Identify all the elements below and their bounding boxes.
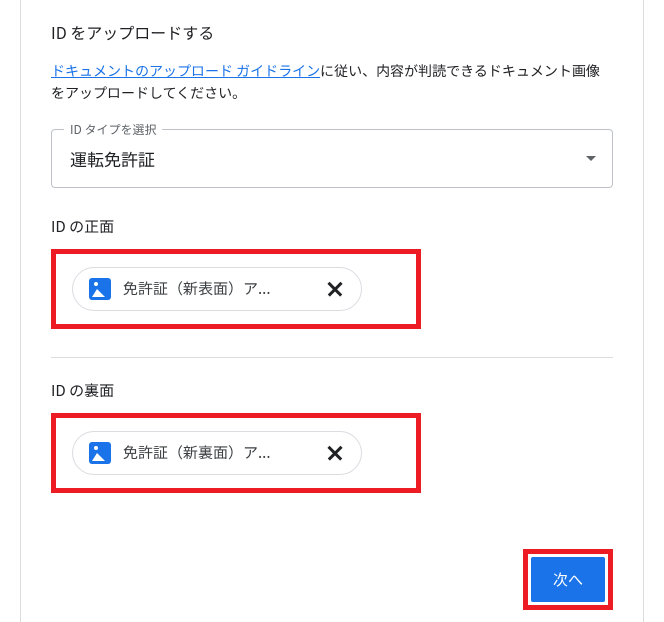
next-button[interactable]: 次へ: [531, 557, 605, 602]
id-type-field[interactable]: 運転免許証: [52, 130, 612, 187]
chevron-down-icon: [586, 156, 596, 161]
id-type-label: ID タイプを選択: [64, 121, 162, 138]
instruction-text: ドキュメントのアップロード ガイドラインに従い、内容が判読できるドキュメント画像…: [51, 60, 613, 105]
back-file-chip: 免許証（新裏面）ア...: [72, 431, 362, 475]
back-label: ID の裏面: [51, 380, 613, 401]
front-file-chip: 免許証（新表面）ア...: [72, 267, 362, 311]
back-upload-highlight: 免許証（新裏面）ア...: [51, 413, 421, 493]
next-button-highlight: 次へ: [523, 549, 613, 610]
front-upload-highlight: 免許証（新表面）ア...: [51, 249, 421, 329]
image-icon: [89, 278, 111, 300]
back-file-name: 免許証（新裏面）ア...: [123, 442, 313, 463]
form-container: ID をアップロードする ドキュメントのアップロード ガイドラインに従い、内容が…: [20, 0, 644, 622]
close-icon[interactable]: [325, 279, 345, 299]
close-icon[interactable]: [325, 443, 345, 463]
front-label: ID の正面: [51, 216, 613, 237]
guideline-link[interactable]: ドキュメントのアップロード ガイドライン: [51, 61, 320, 81]
divider: [51, 357, 613, 358]
image-icon: [89, 442, 111, 464]
section-title: ID をアップロードする: [51, 20, 613, 44]
button-row: 次へ: [523, 549, 613, 610]
front-file-name: 免許証（新表面）ア...: [123, 278, 313, 299]
id-type-select[interactable]: ID タイプを選択 運転免許証: [51, 129, 613, 188]
id-type-value: 運転免許証: [70, 146, 155, 171]
